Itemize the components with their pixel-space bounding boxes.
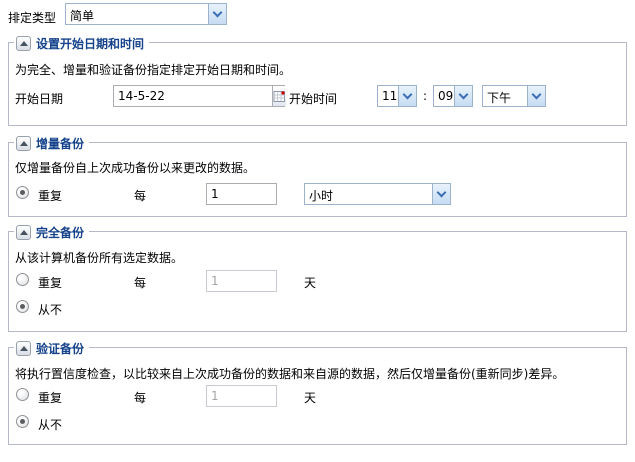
section-title: 完全备份 [36, 224, 84, 241]
schedule-type-value: 简单 [66, 4, 208, 24]
section-description: 从该计算机备份所有选定数据。 [15, 249, 183, 266]
collapse-toggle[interactable] [16, 136, 31, 151]
unit-value: 小时 [305, 184, 432, 204]
interval-input [206, 270, 277, 292]
never-label: 从不 [38, 416, 62, 433]
section-datetime-legend: 设置开始日期和时间 [14, 34, 149, 52]
collapse-toggle[interactable] [16, 341, 31, 356]
meridiem-value: 下午 [483, 86, 527, 106]
triangle-up-icon [20, 230, 28, 235]
never-label: 从不 [38, 301, 62, 318]
triangle-up-icon [20, 41, 28, 46]
section-full-legend: 完全备份 [14, 223, 89, 241]
schedule-type-label: 排定类型 [8, 9, 56, 26]
chevron-down-icon [437, 188, 447, 198]
unit-label: 天 [304, 389, 316, 406]
start-date-input[interactable] [114, 86, 272, 106]
section-verify: 验证备份 将执行置信度检查，以比较来自上次成功备份的数据和来自源的数据，然后仅增… [8, 347, 627, 445]
start-date-field[interactable] [113, 85, 285, 107]
section-title: 验证备份 [36, 340, 84, 357]
every-label: 每 [134, 274, 146, 291]
triangle-up-icon [20, 141, 28, 146]
section-description: 为完全、增量和验证备份指定排定开始日期和时间。 [15, 61, 291, 78]
section-description: 将执行置信度检查，以比较来自上次成功备份的数据和来自源的数据，然后仅增量备份(重… [15, 365, 564, 382]
repeat-radio[interactable] [16, 388, 29, 401]
chevron-down-icon [459, 90, 469, 100]
minute-combo[interactable]: 09 [433, 85, 473, 107]
repeat-label: 重复 [38, 187, 62, 204]
section-incremental: 增量备份 仅增量备份自上次成功备份以来更改的数据。 重复 每 小时 [8, 142, 627, 217]
unit-combo[interactable]: 小时 [304, 183, 451, 205]
minute-trigger[interactable] [454, 86, 472, 106]
collapse-toggle[interactable] [16, 225, 31, 240]
collapse-toggle[interactable] [16, 36, 31, 51]
repeat-label: 重复 [38, 274, 62, 291]
repeat-radio[interactable] [16, 186, 29, 199]
meridiem-combo[interactable]: 下午 [482, 85, 546, 107]
repeat-radio[interactable] [16, 273, 29, 286]
section-verify-legend: 验证备份 [14, 339, 89, 357]
chevron-down-icon [532, 90, 542, 100]
section-datetime: 设置开始日期和时间 为完全、增量和验证备份指定排定开始日期和时间。 开始日期 开… [8, 42, 627, 126]
unit-trigger[interactable] [432, 184, 450, 204]
never-radio[interactable] [16, 415, 29, 428]
chevron-down-icon [213, 8, 223, 18]
section-incremental-legend: 增量备份 [14, 134, 89, 152]
section-title: 设置开始日期和时间 [36, 35, 144, 52]
meridiem-trigger[interactable] [527, 86, 545, 106]
triangle-up-icon [20, 346, 28, 351]
every-label: 每 [134, 389, 146, 406]
repeat-label: 重复 [38, 389, 62, 406]
schedule-type-trigger[interactable] [208, 4, 226, 24]
section-title: 增量备份 [36, 135, 84, 152]
schedule-settings-panel: 排定类型 简单 设置开始日期和时间 为完全、增量和验证备份指定排定开始日期和时间… [0, 0, 635, 462]
section-description: 仅增量备份自上次成功备份以来更改的数据。 [15, 159, 255, 176]
calendar-icon [273, 90, 286, 103]
time-separator: : [423, 89, 427, 103]
hour-trigger[interactable] [398, 86, 416, 106]
interval-input [206, 385, 277, 407]
date-picker-button[interactable] [272, 86, 286, 106]
start-time-label: 开始时间 [289, 90, 337, 107]
schedule-type-combo[interactable]: 简单 [65, 3, 227, 25]
every-label: 每 [134, 187, 146, 204]
minute-value: 09 [434, 86, 454, 106]
interval-input[interactable] [206, 183, 277, 205]
hour-combo[interactable]: 11 [377, 85, 417, 107]
chevron-down-icon [403, 90, 413, 100]
never-radio[interactable] [16, 300, 29, 313]
unit-label: 天 [304, 274, 316, 291]
start-date-label: 开始日期 [15, 90, 63, 107]
hour-value: 11 [378, 86, 398, 106]
section-full: 完全备份 从该计算机备份所有选定数据。 重复 每 天 从不 [8, 231, 627, 332]
